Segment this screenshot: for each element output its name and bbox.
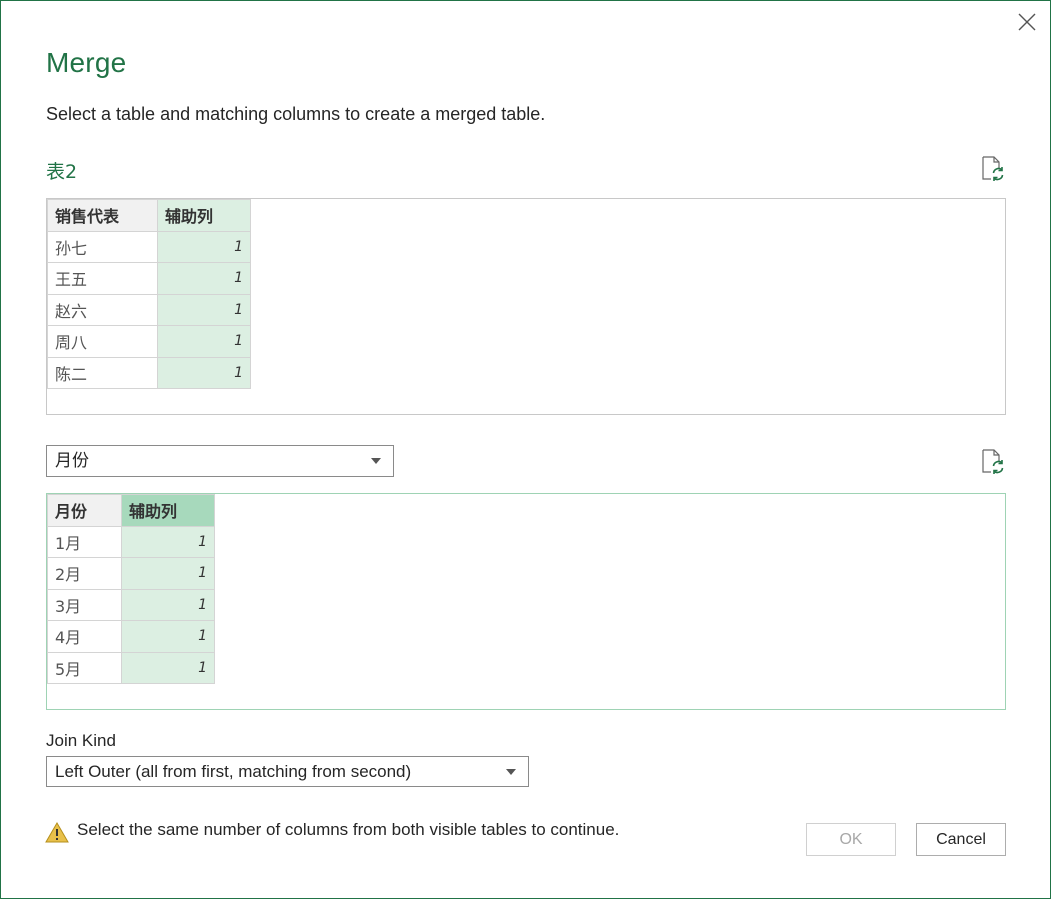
table-cell: 1: [121, 588, 215, 621]
second-table-preview: 月份 辅助列 1月 1 2月 1 3月 1 4月 1 5月 1: [46, 493, 1006, 710]
join-kind-select[interactable]: Left Outer (all from first, matching fro…: [46, 756, 529, 787]
column-header-helper[interactable]: 辅助列: [121, 494, 215, 527]
table-cell: 王五: [47, 262, 158, 295]
table-row: 孙七 1: [47, 230, 251, 263]
table-cell: 1: [157, 356, 251, 389]
ok-button[interactable]: OK: [806, 823, 896, 856]
first-table-name: 表2: [46, 161, 78, 183]
table-header-row: 销售代表 辅助列: [47, 199, 251, 232]
warning-icon: [45, 822, 69, 843]
table-cell: 1: [121, 525, 215, 558]
table-row: 王五 1: [47, 262, 251, 295]
table-cell: 4月: [47, 620, 122, 653]
table-cell: 1: [157, 262, 251, 295]
second-table-select[interactable]: 月份: [46, 445, 394, 477]
table-row: 4月 1: [47, 620, 215, 653]
table-cell: 1: [121, 557, 215, 590]
merge-dialog: Merge Select a table and matching column…: [0, 0, 1051, 899]
table-row: 陈二 1: [47, 356, 251, 389]
table-row: 3月 1: [47, 588, 215, 621]
table-row: 5月 1: [47, 651, 215, 684]
refresh-first-table-button[interactable]: [979, 155, 1005, 181]
refresh-second-table-button[interactable]: [979, 448, 1005, 474]
table-header-row: 月份 辅助列: [47, 494, 215, 527]
table-row: 赵六 1: [47, 293, 251, 326]
table-cell: 2月: [47, 557, 122, 590]
column-header-helper[interactable]: 辅助列: [157, 199, 251, 232]
column-header-sales-rep[interactable]: 销售代表: [47, 199, 158, 232]
table-row: 1月 1: [47, 525, 215, 558]
first-table-preview: 销售代表 辅助列 孙七 1 王五 1 赵六 1 周八 1 陈二 1: [46, 198, 1006, 415]
table-cell: 1: [157, 230, 251, 263]
table-cell: 陈二: [47, 356, 158, 389]
table-cell: 赵六: [47, 293, 158, 326]
chevron-down-icon: [506, 769, 516, 775]
close-icon: [1018, 13, 1036, 31]
table-cell: 周八: [47, 325, 158, 358]
warning-message: Select the same number of columns from b…: [77, 820, 620, 839]
chevron-down-icon: [371, 458, 381, 464]
table-cell: 1: [157, 325, 251, 358]
refresh-icon: [982, 156, 1004, 181]
table-cell: 1: [157, 293, 251, 326]
close-button[interactable]: [1014, 9, 1040, 35]
cancel-button[interactable]: Cancel: [916, 823, 1006, 856]
table-row: 2月 1: [47, 557, 215, 590]
refresh-icon: [982, 449, 1004, 474]
table-row: 周八 1: [47, 325, 251, 358]
second-table-grid: 月份 辅助列 1月 1 2月 1 3月 1 4月 1 5月 1: [47, 494, 215, 684]
second-table-select-value: 月份: [55, 451, 89, 471]
table-cell: 5月: [47, 651, 122, 684]
dialog-title: Merge: [46, 47, 127, 78]
join-kind-label: Join Kind: [46, 731, 116, 750]
table-cell: 1: [121, 651, 215, 684]
first-table-grid: 销售代表 辅助列 孙七 1 王五 1 赵六 1 周八 1 陈二 1: [47, 199, 251, 389]
column-header-month[interactable]: 月份: [47, 494, 122, 527]
table-cell: 3月: [47, 588, 122, 621]
dialog-subtitle: Select a table and matching columns to c…: [46, 104, 546, 124]
table-cell: 1: [121, 620, 215, 653]
join-kind-select-value: Left Outer (all from first, matching fro…: [55, 762, 412, 781]
table-cell: 1月: [47, 525, 122, 558]
table-cell: 孙七: [47, 230, 158, 263]
